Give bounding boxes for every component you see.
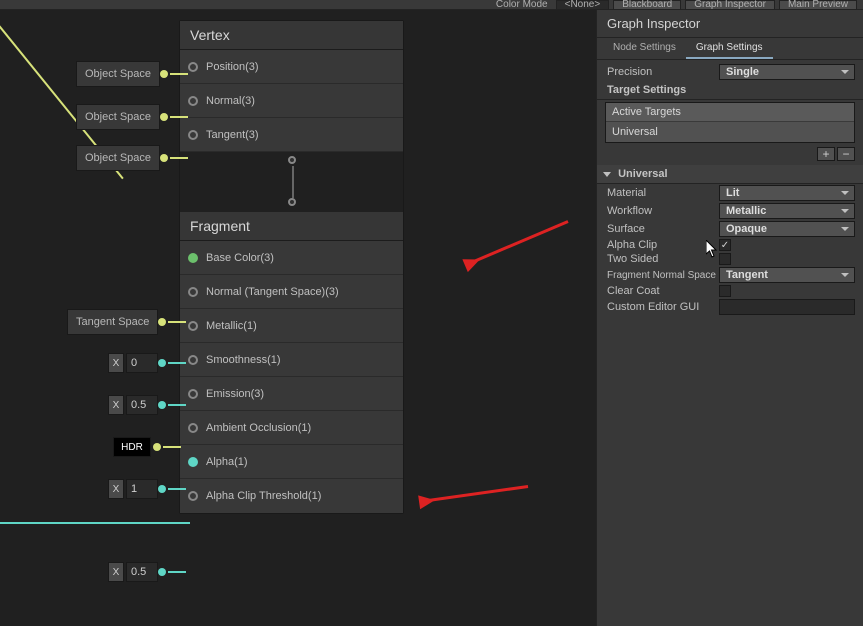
input-pill[interactable]: X 0.5 xyxy=(108,555,357,589)
fns-label: Fragment Normal Space xyxy=(607,270,719,281)
port-label: Normal (Tangent Space)(3) xyxy=(206,286,339,298)
wire xyxy=(168,321,186,323)
wire-dot xyxy=(158,359,166,367)
fragment-basecolor-row[interactable]: Base Color(3) xyxy=(180,241,403,275)
color-mode-label: Color Mode xyxy=(492,0,552,10)
fragment-title: Fragment xyxy=(180,212,403,241)
space-pill[interactable]: Object Space xyxy=(76,61,160,87)
active-targets-header: Active Targets xyxy=(606,103,854,122)
custom-editor-gui-row: Custom Editor GUI xyxy=(597,298,863,316)
top-toolbar: Color Mode <None> Blackboard Graph Inspe… xyxy=(0,0,863,10)
value-field[interactable]: 0 xyxy=(126,353,158,373)
annotation-arrow xyxy=(466,220,568,266)
x-button[interactable]: X xyxy=(108,479,124,499)
port-label: Base Color(3) xyxy=(206,252,274,264)
two-sided-label: Two Sided xyxy=(607,253,719,265)
color-mode-dropdown[interactable]: <None> xyxy=(556,0,610,10)
inspector-title: Graph Inspector xyxy=(597,10,863,38)
input-pill[interactable]: X 0.5 xyxy=(108,388,357,422)
wire xyxy=(170,116,188,118)
custom-gui-label: Custom Editor GUI xyxy=(607,301,719,313)
precision-dropdown[interactable]: Single xyxy=(719,64,855,80)
wire-dot xyxy=(160,154,168,162)
wire-dot xyxy=(158,485,166,493)
precision-row: Precision Single xyxy=(597,63,863,81)
space-pill[interactable]: Object Space xyxy=(76,104,160,130)
workflow-row: Workflow Metallic xyxy=(597,202,863,220)
material-dropdown[interactable]: Lit xyxy=(719,185,855,201)
wire-dot xyxy=(158,401,166,409)
workflow-dropdown[interactable]: Metallic xyxy=(719,203,855,219)
hdr-swatch[interactable]: HDR xyxy=(113,437,151,457)
wire xyxy=(168,488,186,490)
surface-label: Surface xyxy=(607,223,719,235)
material-label: Material xyxy=(607,187,719,199)
alpha-clip-row: Alpha Clip ✓ xyxy=(597,238,863,252)
fns-dropdown[interactable]: Tangent xyxy=(719,267,855,283)
value-field[interactable]: 1 xyxy=(126,479,158,499)
space-pill[interactable]: Object Space xyxy=(76,145,160,171)
fragment-normal-row[interactable]: Normal (Tangent Space)(3) xyxy=(180,275,403,309)
vertex-title: Vertex xyxy=(180,21,403,50)
clear-coat-label: Clear Coat xyxy=(607,285,719,297)
clear-coat-row: Clear Coat xyxy=(597,284,863,298)
wire xyxy=(163,446,181,448)
add-target-button[interactable]: + xyxy=(817,147,835,161)
x-button[interactable]: X xyxy=(108,562,124,582)
wire xyxy=(168,571,186,573)
two-sided-checkbox[interactable] xyxy=(719,253,731,265)
remove-target-button[interactable]: − xyxy=(837,147,855,161)
material-row: Material Lit xyxy=(597,184,863,202)
alpha-clip-checkbox[interactable]: ✓ xyxy=(719,239,731,251)
wire-dot xyxy=(160,70,168,78)
value-field[interactable]: 0.5 xyxy=(126,395,158,415)
wire-dot xyxy=(153,443,161,451)
input-pill[interactable]: Tangent Space xyxy=(67,305,357,339)
custom-gui-input[interactable] xyxy=(719,299,855,315)
fragment-normal-space-row: Fragment Normal Space Tangent xyxy=(597,266,863,284)
edge-teal xyxy=(0,522,190,524)
x-button[interactable]: X xyxy=(108,353,124,373)
space-pill[interactable]: Tangent Space xyxy=(67,309,158,335)
surface-row: Surface Opaque xyxy=(597,220,863,238)
port-in[interactable] xyxy=(188,253,198,263)
node-connector-bottom xyxy=(288,198,296,206)
input-pill[interactable]: HDR xyxy=(113,430,357,464)
graph-inspector-panel: Graph Inspector Node Settings Graph Sett… xyxy=(596,10,863,626)
graph-canvas[interactable]: Vertex Position(3) Normal(3) Tangent(3) … xyxy=(0,10,592,626)
port-in[interactable] xyxy=(188,287,198,297)
alpha-clip-label: Alpha Clip xyxy=(607,239,719,251)
blackboard-button[interactable]: Blackboard xyxy=(613,0,681,10)
wire xyxy=(168,362,186,364)
active-targets-item[interactable]: Universal xyxy=(606,122,854,142)
wire-dot xyxy=(158,318,166,326)
tab-graph-settings[interactable]: Graph Settings xyxy=(686,38,773,59)
input-pill[interactable]: Object Space xyxy=(76,100,357,134)
surface-dropdown[interactable]: Opaque xyxy=(719,221,855,237)
wire xyxy=(168,404,186,406)
value-field[interactable]: 0.5 xyxy=(126,562,158,582)
input-pill[interactable]: Object Space xyxy=(76,141,357,175)
annotation-arrow xyxy=(421,485,528,503)
wire-dot xyxy=(158,568,166,576)
input-pill[interactable]: X 0 xyxy=(108,346,357,380)
active-targets-list: Active Targets Universal xyxy=(605,102,855,143)
main-preview-button[interactable]: Main Preview xyxy=(779,0,857,10)
tab-node-settings[interactable]: Node Settings xyxy=(603,38,686,59)
workflow-label: Workflow xyxy=(607,205,719,217)
wire xyxy=(170,73,188,75)
input-pill[interactable]: X 1 xyxy=(108,472,357,506)
input-pill[interactable]: Object Space xyxy=(76,57,357,91)
x-button[interactable]: X xyxy=(108,395,124,415)
clear-coat-checkbox[interactable] xyxy=(719,285,731,297)
wire xyxy=(170,157,188,159)
two-sided-row: Two Sided xyxy=(597,252,863,266)
wire-dot xyxy=(160,113,168,121)
inspector-tabs: Node Settings Graph Settings xyxy=(597,38,863,60)
precision-label: Precision xyxy=(607,66,719,78)
universal-foldout[interactable]: Universal xyxy=(597,165,863,184)
graph-inspector-button[interactable]: Graph Inspector xyxy=(685,0,775,10)
target-settings-header: Target Settings xyxy=(597,81,863,100)
